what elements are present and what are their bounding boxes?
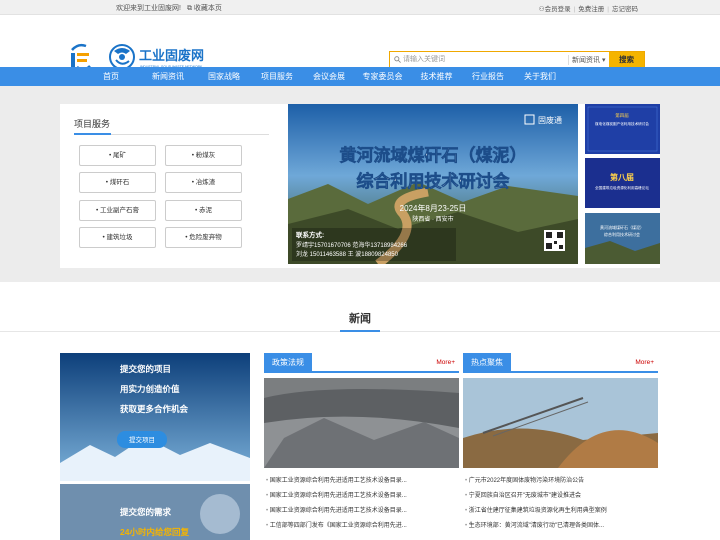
svg-text:综合利用技术研讨会: 综合利用技术研讨会 [604,231,640,237]
login-link[interactable]: ⚇会员登录 [539,6,571,13]
search-icon [394,56,401,63]
header: 工业固废网 INDUSTRIAL SOLID WASTE NETWORK 请输入… [0,15,720,71]
service-tag-coal-gangue[interactable]: • 煤矸石 [79,172,156,193]
svg-text:第四届: 第四届 [615,112,629,119]
service-tag-hazardous-waste[interactable]: • 危险废弃物 [165,227,242,248]
hot-topics-header: 热点聚焦 More+ [463,353,658,373]
conference-thumb-2[interactable]: 第八届 全国建筑垃圾资源化利用高峰论坛 [585,158,660,208]
search-box: 请输入关键词 新闻资讯 ▾ 搜索 [389,51,645,68]
policy-header: 政策法规 More+ [264,353,459,373]
svg-text:第八届: 第八届 [610,172,634,182]
main-nav: 首页 新闻资讯 国家战略 项目服务 会议会展 专家委员会 技术推荐 行业报告 关… [0,67,720,86]
service-tag-red-mud[interactable]: • 赤泥 [165,200,242,221]
svg-text:陕西省 · 西安市: 陕西省 · 西安市 [412,215,453,223]
svg-text:2024年8月23-25日: 2024年8月23-25日 [400,203,467,213]
hot-topics-tab[interactable]: 热点聚焦 [463,353,511,373]
nav-news[interactable]: 新闻资讯 [137,67,199,86]
policy-news-item[interactable]: 国家工业资源综合利用先进适用工艺技术设备目录... [266,474,416,489]
project-services-title: 项目服务 [74,119,111,129]
news-section-title: 新闻 [349,313,371,325]
search-button[interactable]: 搜索 [609,52,644,67]
svg-text:用实力创造价值: 用实力创造价值 [119,384,180,394]
svg-text:提交您的项目: 提交您的项目 [120,364,171,374]
register-link[interactable]: 免费注册 [578,6,604,13]
top-bar: 欢迎来到工业固废网! ⧉ 收藏本页 ⚇会员登录 | 免费注册 | 忘记密码 [0,0,720,15]
policy-tab[interactable]: 政策法规 [264,353,312,373]
welcome-text: 欢迎来到工业固废网! [116,5,181,12]
hot-topics-news-item[interactable]: 浙江省住建厅征集建筑垃圾资源化再生利用典型案例 [465,504,615,519]
service-tag-gypsum[interactable]: • 工业副产石膏 [79,200,156,221]
service-tag-construction-waste[interactable]: • 建筑垃圾 [79,227,156,248]
service-tag-tailings[interactable]: • 尾矿 [79,145,156,166]
nav-about-us[interactable]: 关于我们 [515,67,565,86]
hot-topics-news-item[interactable]: 宁夏回族自治区召开"无废城市"建设推进会 [465,489,615,504]
hot-topics-more-link[interactable]: More+ [635,359,654,366]
svg-text:全国建筑垃圾资源化利用高峰论坛: 全国建筑垃圾资源化利用高峰论坛 [595,185,649,190]
svg-text:固废通: 固废通 [538,115,562,125]
search-category-select[interactable]: 新闻资讯 ▾ [568,55,605,65]
nav-project-services[interactable]: 项目服务 [249,67,305,86]
hot-topics-news-item[interactable]: 广元市2022年度固体废物污染环境防治公告 [465,474,615,489]
policy-news-item[interactable]: 国家工业资源综合利用先进适用工艺技术设备目录... [266,489,416,504]
nav-home[interactable]: 首页 [88,67,134,86]
nav-tech-recommend[interactable]: 技术推荐 [412,67,461,86]
policy-news-item[interactable]: 工信部等四部门发布《国家工业资源综合利用先进... [266,519,416,534]
policy-image[interactable] [264,378,459,468]
nav-expert-committee[interactable]: 专家委员会 [353,67,412,86]
svg-text:24小时内给您回复: 24小时内给您回复 [120,527,189,537]
forgot-password-link[interactable]: 忘记密码 [612,6,638,13]
svg-text:提交您的需求: 提交您的需求 [120,507,172,517]
conference-thumb-1[interactable]: 第四届 煤电化煤炭副产化利用技术研讨会 [585,104,660,154]
svg-text:黄河流域煤矸石（煤泥）: 黄河流域煤矸石（煤泥） [340,145,527,165]
conference-thumb-3[interactable]: 黄河流域煤矸石（煤泥） 综合利用技术研讨会 [585,213,660,264]
policy-more-link[interactable]: More+ [436,359,455,366]
hot-topics-news-item[interactable]: 生态环境部：黄河流域"清废行动"已清理各类固体... [465,519,615,534]
hot-topics-news-list: 广元市2022年度固体废物污染环境防治公告 宁夏回族自治区召开"无废城市"建设推… [465,474,615,534]
svg-text:提交项目: 提交项目 [129,435,155,444]
hot-topics-image[interactable] [463,378,658,468]
conference-banner[interactable]: 固废通 黄河流域煤矸石（煤泥） 综合利用技术研讨会 2024年8月23-25日 … [288,104,578,264]
service-tag-fly-ash[interactable]: • 粉煤灰 [165,145,242,166]
nav-industry-reports[interactable]: 行业报告 [461,67,515,86]
svg-text:刘龙 15011463588 王 波188098248: 刘龙 15011463588 王 波18809824850 [296,250,399,258]
svg-text:罗靖宇15701670706 范海华13718984266: 罗靖宇15701670706 范海华13718984266 [296,241,408,249]
service-tag-smelting-slag[interactable]: • 冶炼渣 [165,172,242,193]
svg-text:煤电化煤炭副产化利用技术研讨会: 煤电化煤炭副产化利用技术研讨会 [595,121,649,126]
policy-news-list: 国家工业资源综合利用先进适用工艺技术设备目录... 国家工业资源综合利用先进适用… [266,474,416,534]
policy-news-item[interactable]: 国家工业资源综合利用先进适用工艺技术设备目录... [266,504,416,519]
svg-text:获取更多合作机会: 获取更多合作机会 [119,404,189,414]
submit-demand-ad[interactable]: 提交您的需求 24小时内给您回复 [60,484,250,540]
search-input[interactable]: 请输入关键词 [403,52,553,67]
nav-national-strategy[interactable]: 国家战略 [199,67,249,86]
nav-conferences[interactable]: 会议会展 [305,67,353,86]
bookmark-link[interactable]: ⧉ 收藏本页 [187,5,222,12]
svg-text:综合利用技术研讨会: 综合利用技术研讨会 [357,171,510,191]
svg-text:联系方式:: 联系方式: [296,230,324,239]
submit-project-button[interactable]: 提交项目 [117,431,167,448]
svg-text:工业固废网: 工业固废网 [139,48,204,63]
submit-project-ad[interactable]: 提交您的项目 用实力创造价值 获取更多合作机会 提交项目 [60,353,250,481]
svg-text:黄河流域煤矸石（煤泥）: 黄河流域煤矸石（煤泥） [600,224,644,230]
